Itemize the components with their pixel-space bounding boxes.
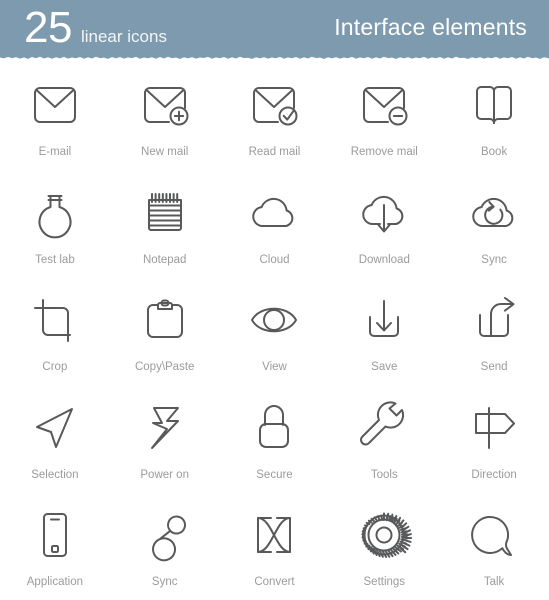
icon-grid: E-mail New mail Read mail Remove mail Bo… [0, 62, 549, 600]
icon-label: Cloud [259, 253, 290, 266]
icon-label: Selection [31, 468, 79, 481]
padlock-icon [244, 399, 304, 457]
icon-label: Direction [471, 468, 517, 481]
notepad-icon [135, 184, 195, 242]
icon-count-label: linear icons [80, 27, 167, 46]
icon-label: View [262, 361, 287, 374]
icon-cell-tools[interactable]: Tools [329, 385, 439, 493]
icon-label: Application [26, 576, 84, 589]
cloud-sync-icon [464, 184, 524, 242]
icon-cell-secure[interactable]: Secure [220, 385, 330, 493]
envelope-plus-icon [135, 76, 195, 134]
icon-cell-read-mail[interactable]: Read mail [220, 62, 330, 170]
icon-cell-direction[interactable]: Direction [439, 385, 549, 493]
icon-label: Read mail [248, 146, 301, 158]
open-book-icon [464, 76, 524, 134]
icon-cell-save[interactable]: Save [329, 277, 439, 385]
speech-bubble-icon [464, 506, 524, 564]
envelope-minus-icon [354, 76, 414, 134]
cloud-download-icon [354, 184, 414, 242]
infinity-icon [135, 506, 195, 564]
crop-icon [25, 291, 85, 349]
icon-label: Send [480, 361, 508, 374]
icon-label: Power on [140, 468, 189, 481]
page-title: Interface elements [334, 13, 527, 40]
icon-cell-cloud-sync[interactable]: Sync [439, 170, 549, 278]
icon-label: Book [480, 146, 508, 158]
icon-cell-send[interactable]: Send [439, 277, 549, 385]
icon-label: Test lab [35, 253, 75, 266]
brand-block: 25 linear icons [24, 6, 167, 50]
torn-edge-decoration [0, 56, 549, 62]
icon-cell-test-lab[interactable]: Test lab [0, 170, 110, 278]
icon-cell-selection[interactable]: Selection [0, 385, 110, 493]
icon-count: 25 [24, 3, 72, 52]
clipboard-icon [135, 291, 195, 349]
wrench-icon [354, 399, 414, 457]
send-tray-arrow-icon [464, 291, 524, 349]
icon-cell-convert[interactable]: Convert [220, 492, 330, 600]
lightning-bolt-icon [135, 399, 195, 457]
icon-label: Save [371, 361, 398, 374]
icon-cell-view[interactable]: View [220, 277, 330, 385]
gear-icon [354, 506, 414, 564]
cloud-icon [244, 184, 304, 242]
eye-icon [244, 291, 304, 349]
envelope-icon [25, 76, 85, 134]
icon-label: Sync [481, 253, 507, 266]
flask-icon [25, 184, 85, 242]
icon-set-page: 25 linear icons Interface elements E-mai… [0, 0, 549, 600]
icon-label: E-mail [38, 146, 72, 158]
bowtie-convert-icon [244, 506, 304, 564]
icon-cell-cloud[interactable]: Cloud [220, 170, 330, 278]
icon-cell-sync-infinity[interactable]: Sync [110, 492, 220, 600]
icon-label: Download [358, 253, 410, 266]
icon-cell-download[interactable]: Download [329, 170, 439, 278]
icon-cell-crop[interactable]: Crop [0, 277, 110, 385]
cursor-arrow-icon [25, 399, 85, 457]
icon-label: New mail [141, 146, 189, 158]
icon-cell-copy-paste[interactable]: Copy\Paste [110, 277, 220, 385]
signpost-icon [464, 399, 524, 457]
icon-cell-email[interactable]: E-mail [0, 62, 110, 170]
icon-cell-talk[interactable]: Talk [439, 492, 549, 600]
icon-cell-book[interactable]: Book [439, 62, 549, 170]
icon-cell-settings[interactable]: Settings [329, 492, 439, 600]
icon-label: Tools [370, 468, 398, 481]
icon-cell-remove-mail[interactable]: Remove mail [329, 62, 439, 170]
icon-cell-notepad[interactable]: Notepad [110, 170, 220, 278]
header-content: 25 linear icons Interface elements [0, 0, 549, 56]
icon-label: Secure [256, 468, 293, 481]
icon-label: Talk [483, 576, 505, 589]
icon-label: Notepad [142, 253, 187, 266]
icon-label: Sync [151, 576, 178, 589]
icon-cell-power-on[interactable]: Power on [110, 385, 220, 493]
icon-label: Copy\Paste [134, 361, 195, 374]
save-tray-arrow-icon [354, 291, 414, 349]
icon-label: Crop [42, 361, 68, 374]
icon-cell-new-mail[interactable]: New mail [110, 62, 220, 170]
icon-label: Remove mail [350, 146, 418, 158]
envelope-check-icon [244, 76, 304, 134]
page-header: 25 linear icons Interface elements [0, 0, 549, 62]
icon-label: Settings [363, 576, 406, 589]
icon-cell-application[interactable]: Application [0, 492, 110, 600]
smartphone-icon [25, 506, 85, 564]
icon-label: Convert [254, 576, 295, 589]
